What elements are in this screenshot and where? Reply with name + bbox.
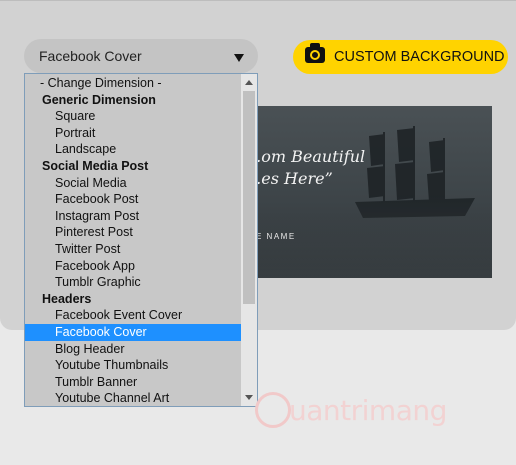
custom-background-button[interactable]: CUSTOM BACKGROUND bbox=[293, 40, 508, 74]
dropdown-option[interactable]: Instagram Post bbox=[25, 208, 241, 225]
preview-name: E NAME bbox=[256, 232, 296, 241]
dropdown-option[interactable]: Square bbox=[25, 108, 241, 125]
dropdown-option[interactable]: - Change Dimension - bbox=[25, 75, 241, 92]
watermark-text: uantrimang bbox=[289, 394, 447, 427]
chevron-down-icon bbox=[234, 54, 244, 62]
dropdown-option[interactable]: Tumblr Graphic bbox=[25, 274, 241, 291]
dimension-select[interactable]: Facebook Cover bbox=[24, 39, 258, 73]
panel-top-border bbox=[0, 0, 516, 1]
option-group-label: Headers bbox=[42, 291, 92, 306]
dimension-select-value: Facebook Cover bbox=[39, 48, 142, 64]
dropdown-option[interactable]: Youtube Channel Art bbox=[25, 390, 241, 406]
cover-preview-image: ...om Beautiful ...es Here” E NAME bbox=[240, 106, 492, 278]
dropdown-option[interactable]: Twitter Post bbox=[25, 241, 241, 258]
dropdown-option[interactable]: Facebook App bbox=[25, 258, 241, 275]
dropdown-option[interactable]: Portrait bbox=[25, 125, 241, 142]
dropdown-option-selected[interactable]: Facebook Cover bbox=[25, 324, 241, 341]
scroll-up-arrow-icon[interactable] bbox=[245, 80, 253, 85]
dropdown-option[interactable]: Blog Header bbox=[25, 341, 241, 358]
dropdown-option[interactable]: Tumblr Banner bbox=[25, 374, 241, 391]
preview-quote-line-2: ...es Here” bbox=[246, 169, 333, 188]
dropdown-option[interactable]: Facebook Post bbox=[25, 191, 241, 208]
dropdown-option[interactable]: Landscape bbox=[25, 141, 241, 158]
option-group-label: Generic Dimension bbox=[42, 92, 156, 107]
dropdown-option[interactable]: Facebook Event Cover bbox=[25, 307, 241, 324]
custom-background-label: CUSTOM BACKGROUND bbox=[334, 49, 505, 65]
dropdown-option[interactable]: Social Media bbox=[25, 175, 241, 192]
option-group-label: Social Media Post bbox=[42, 159, 149, 173]
camera-icon bbox=[305, 43, 325, 63]
dimension-dropdown-list[interactable]: Youtube Channel Art Tumblr Banner Youtube … bbox=[24, 73, 258, 407]
dropdown-option[interactable]: Pinterest Post bbox=[25, 224, 241, 241]
watermark-logo-icon bbox=[255, 392, 291, 428]
dropdown-option[interactable]: Youtube Thumbnails bbox=[25, 357, 241, 374]
scroll-down-arrow-icon[interactable] bbox=[245, 395, 253, 400]
dropdown-scrollbar[interactable] bbox=[241, 74, 257, 406]
preview-quote-line-1: ...om Beautiful bbox=[246, 147, 366, 166]
scrollbar-thumb[interactable] bbox=[243, 91, 255, 304]
